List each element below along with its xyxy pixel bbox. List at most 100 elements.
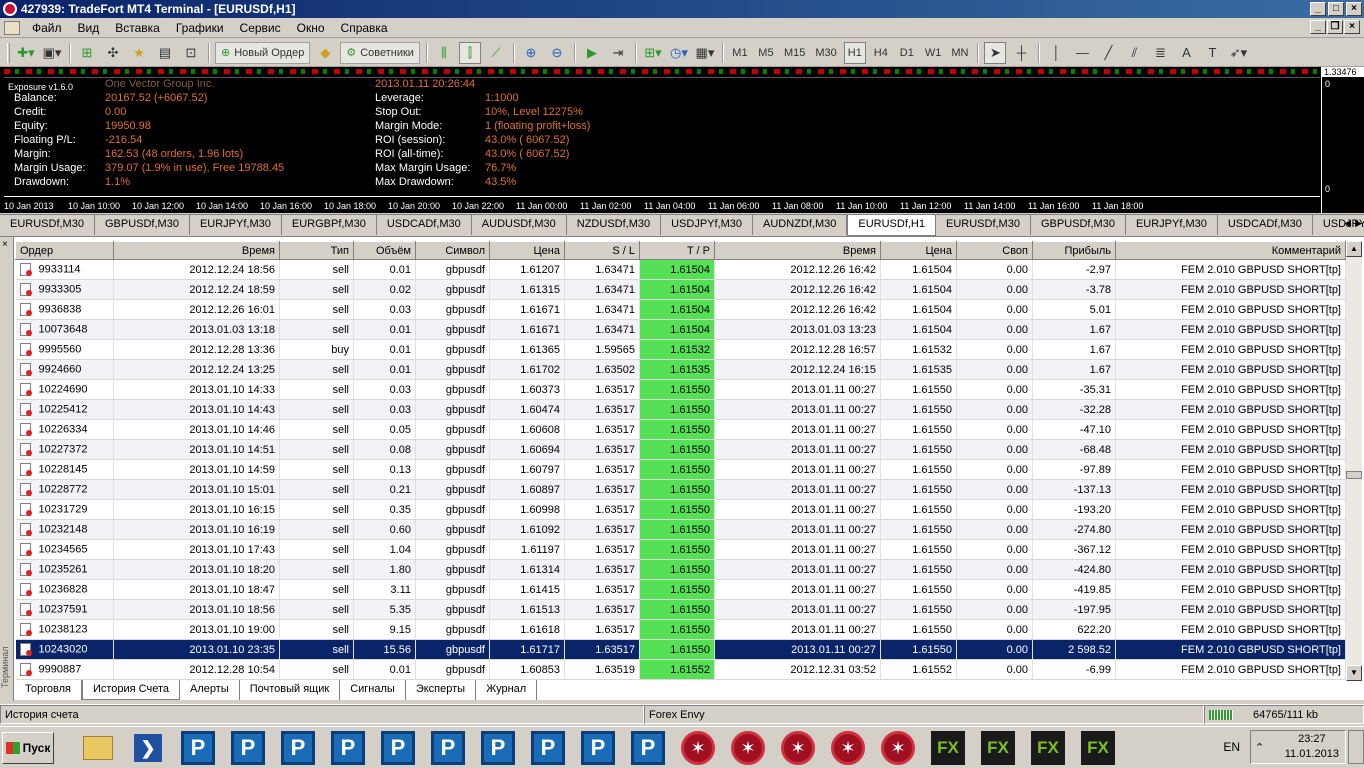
menu-view[interactable]: Вид: [70, 21, 108, 35]
menu-file[interactable]: Файл: [24, 21, 70, 35]
column-header-close-time[interactable]: Время: [714, 241, 881, 260]
terminal-tab[interactable]: Эксперты: [406, 680, 477, 700]
tab-scroll-right-icon[interactable]: ▶: [1355, 218, 1362, 229]
chart-tab[interactable]: EURGBPf,M30: [282, 215, 377, 235]
taskbar-tradefort-4[interactable]: ✶: [826, 730, 870, 766]
auto-scroll-icon[interactable]: ▶: [581, 42, 603, 64]
table-row[interactable]: 10225412 2013.01.10 14:43 sell 0.03 gbpusdf 1…: [15, 399, 1346, 420]
taskbar-tradefort-2[interactable]: ✶: [726, 730, 770, 766]
table-row[interactable]: 10238123 2013.01.10 19:00 sell 9.15 gbpusdf 1…: [15, 619, 1346, 640]
taskbar-tradefort-5[interactable]: ✶: [876, 730, 920, 766]
taskbar-fx-3[interactable]: FX: [1026, 730, 1070, 766]
chart-tab[interactable]: GBPUSDf,M30: [1031, 215, 1126, 235]
navigator-icon[interactable]: ✣: [102, 42, 124, 64]
taskbar-explorer[interactable]: [76, 730, 120, 766]
chart-tab[interactable]: GBPUSDf,M30: [95, 215, 190, 235]
column-header-comment[interactable]: Комментарий: [1115, 241, 1346, 260]
tf-m1[interactable]: M1: [729, 42, 751, 64]
cursor-icon[interactable]: ➤: [984, 41, 1007, 64]
templates-icon[interactable]: ▦▾: [694, 42, 716, 64]
table-row[interactable]: 10228145 2013.01.10 14:59 sell 0.13 gbpusdf 1…: [15, 459, 1346, 480]
table-row[interactable]: 10237591 2013.01.10 18:56 sell 5.35 gbpusdf 1…: [15, 599, 1346, 620]
table-row[interactable]: 9933114 2012.12.24 18:56 sell 0.01 gbpusdf 1.…: [15, 259, 1346, 280]
chart-tab[interactable]: USDJPYf,M30: [661, 215, 754, 235]
table-row[interactable]: 9990887 2012.12.28 10:54 sell 0.01 gbpusdf 1.…: [15, 659, 1346, 680]
taskbar-terminal-3[interactable]: P: [276, 730, 320, 766]
mdi-restore-button[interactable]: ❐: [1327, 20, 1343, 34]
tf-mn[interactable]: MN: [948, 42, 971, 64]
table-row[interactable]: 10231729 2013.01.10 16:15 sell 0.35 gbpusdf 1…: [15, 499, 1346, 520]
text-icon[interactable]: A: [1175, 42, 1197, 64]
chart-tab[interactable]: USDCADf,M30: [1218, 215, 1313, 235]
indicators-icon[interactable]: ⊞▾: [642, 42, 664, 64]
tray-expand-icon[interactable]: ⌃: [1255, 741, 1264, 754]
menu-tools[interactable]: Сервис: [232, 21, 289, 35]
tf-m30[interactable]: M30: [812, 42, 839, 64]
show-desktop-button[interactable]: [1348, 730, 1364, 764]
taskbar-fx-4[interactable]: FX: [1076, 730, 1120, 766]
column-header-swap[interactable]: Своп: [956, 241, 1033, 260]
taskbar-terminal-5[interactable]: P: [376, 730, 420, 766]
menu-charts[interactable]: Графики: [168, 21, 232, 35]
terminal-tab[interactable]: Почтовый ящик: [240, 680, 341, 700]
periods-icon[interactable]: ◷▾: [668, 42, 690, 64]
warning-icon[interactable]: ◆: [314, 42, 336, 64]
new-order-button[interactable]: ⊕ Новый Ордер: [215, 41, 311, 64]
maximize-button[interactable]: □: [1328, 2, 1344, 16]
taskbar-fx-2[interactable]: FX: [976, 730, 1020, 766]
profiles-icon[interactable]: ▣▾: [41, 42, 63, 64]
taskbar-terminal-8[interactable]: P: [526, 730, 570, 766]
minimize-button[interactable]: _: [1310, 2, 1326, 16]
taskbar-fx-1[interactable]: FX: [926, 730, 970, 766]
candlestick-icon[interactable]: ⫿: [458, 41, 481, 64]
price-chart[interactable]: 1.33476 0 0 Exposure v1.6.0 One Vector G…: [0, 67, 1364, 213]
table-row[interactable]: 9936838 2012.12.26 16:01 sell 0.03 gbpusdf 1.…: [15, 299, 1346, 320]
fibonacci-icon[interactable]: ≣: [1149, 42, 1171, 64]
taskbar-terminal-9[interactable]: P: [576, 730, 620, 766]
chart-tab[interactable]: AUDNZDf,M30: [753, 215, 848, 235]
tf-w1[interactable]: W1: [922, 42, 945, 64]
terminal-icon[interactable]: ▤: [154, 42, 176, 64]
channel-icon[interactable]: ⫽: [1123, 42, 1145, 64]
start-button[interactable]: Пуск: [2, 731, 54, 764]
chart-tab[interactable]: EURUSDf,H1: [847, 215, 936, 236]
table-row[interactable]: 10232148 2013.01.10 16:19 sell 0.60 gbpusdf 1…: [15, 519, 1346, 540]
trendline-icon[interactable]: ╱: [1097, 42, 1119, 64]
chart-tab[interactable]: EURUSDf,M30: [936, 215, 1031, 235]
taskbar-tradefort-1[interactable]: ✶: [676, 730, 720, 766]
zoom-in-icon[interactable]: ⊕: [520, 42, 542, 64]
text-label-icon[interactable]: T: [1201, 42, 1223, 64]
vertical-line-icon[interactable]: │: [1045, 42, 1067, 64]
language-indicator[interactable]: EN: [1213, 740, 1250, 754]
chart-tab[interactable]: AUDUSDf,M30: [472, 215, 567, 235]
clock-area[interactable]: ⌃ 23:27 11.01.2013: [1250, 730, 1346, 764]
column-header-symbol[interactable]: Символ: [415, 241, 490, 260]
table-row[interactable]: 10236828 2013.01.10 18:47 sell 3.11 gbpusdf 1…: [15, 579, 1346, 600]
taskbar-powershell[interactable]: ❯: [126, 730, 170, 766]
scroll-down-icon[interactable]: ▼: [1346, 665, 1362, 681]
table-row[interactable]: 9924660 2012.12.24 13:25 sell 0.01 gbpusdf 1.…: [15, 359, 1346, 380]
table-row[interactable]: 10234565 2013.01.10 17:43 sell 1.04 gbpusdf 1…: [15, 539, 1346, 560]
mdi-close-button[interactable]: ×: [1344, 20, 1360, 34]
new-chart-icon[interactable]: ✚▾: [15, 42, 37, 64]
terminal-tab[interactable]: Алерты: [180, 680, 240, 700]
table-row[interactable]: 10227372 2013.01.10 14:51 sell 0.08 gbpusdf 1…: [15, 439, 1346, 460]
column-header-open-time[interactable]: Время: [113, 241, 280, 260]
close-button[interactable]: ×: [1346, 2, 1362, 16]
terminal-tab[interactable]: История Счета: [81, 680, 181, 700]
menu-help[interactable]: Справка: [333, 21, 396, 35]
scroll-thumb[interactable]: [1346, 471, 1362, 479]
chart-shift-icon[interactable]: ⇥: [607, 42, 629, 64]
chart-tab[interactable]: NZDUSDf,M30: [567, 215, 662, 235]
taskbar-terminal-6[interactable]: P: [426, 730, 470, 766]
tf-h1[interactable]: H1: [843, 41, 866, 64]
taskbar-terminal-10[interactable]: P: [626, 730, 670, 766]
taskbar-terminal-7[interactable]: P: [476, 730, 520, 766]
mdi-minimize-button[interactable]: _: [1310, 20, 1326, 34]
taskbar-terminal-2[interactable]: P: [226, 730, 270, 766]
arrows-icon[interactable]: ➶▾: [1227, 42, 1249, 64]
table-scrollbar[interactable]: ▲ ▼: [1346, 241, 1362, 681]
chart-tab[interactable]: EURJPYf,M30: [190, 215, 282, 235]
column-header-volume[interactable]: Объём: [353, 241, 416, 260]
expert-advisors-button[interactable]: ⚙ Советники: [340, 41, 420, 64]
